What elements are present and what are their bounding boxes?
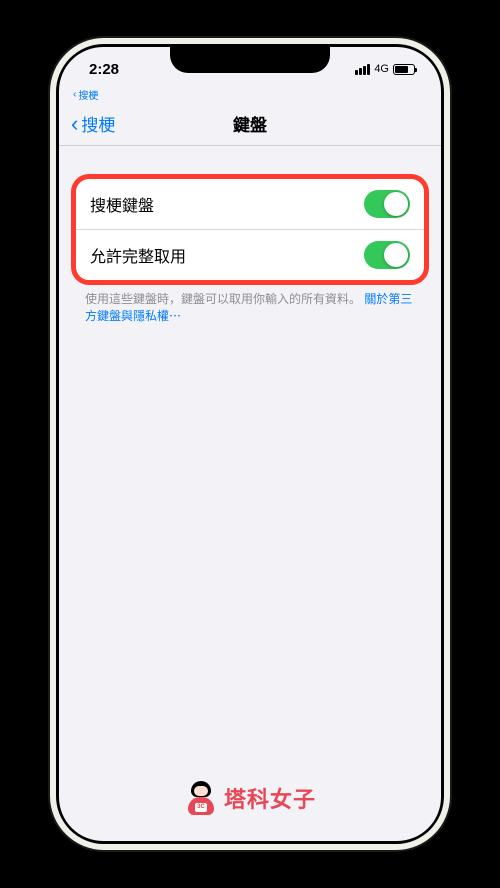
watermark-text: 塔科女子 xyxy=(224,782,316,814)
setting-label: 搜梗鍵盤 xyxy=(90,192,154,216)
status-indicators: 4G xyxy=(355,63,415,75)
breadcrumb[interactable]: ‹ 搜梗 xyxy=(59,87,441,102)
back-label: 搜梗 xyxy=(81,111,115,136)
screen: 2:28 4G ‹ 搜梗 ‹ 搜梗 xyxy=(59,47,441,841)
notch xyxy=(170,47,330,73)
watermark: 3C 塔科女子 xyxy=(184,781,316,815)
toggle-full-access[interactable] xyxy=(364,241,410,269)
setting-label: 允許完整取用 xyxy=(90,243,186,267)
footer-note: 使用這些鍵盤時，鍵盤可以取用你輸入的所有資料。 關於第三方鍵盤與隱私權⋯ xyxy=(71,291,429,325)
footer-text: 使用這些鍵盤時，鍵盤可以取用你輸入的所有資料。 xyxy=(85,292,361,306)
toggle-knob xyxy=(384,192,408,216)
setting-row-full-access: 允許完整取用 xyxy=(76,229,424,280)
toggle-keyboard[interactable] xyxy=(364,190,410,218)
signal-icon xyxy=(355,64,370,75)
settings-group-highlighted: 搜梗鍵盤 允許完整取用 xyxy=(71,174,429,285)
phone-bezel: 2:28 4G ‹ 搜梗 ‹ 搜梗 xyxy=(56,44,444,844)
chevron-left-icon: ‹ xyxy=(73,89,76,100)
battery-icon xyxy=(393,64,415,75)
network-type: 4G xyxy=(374,63,389,75)
content: 搜梗鍵盤 允許完整取用 使用這些鍵盤時，鍵盤可以取用你輸入的所有資料。 xyxy=(59,146,441,325)
setting-row-keyboard: 搜梗鍵盤 xyxy=(76,179,424,229)
page-title: 鍵盤 xyxy=(233,111,267,136)
phone-frame: 2:28 4G ‹ 搜梗 ‹ 搜梗 xyxy=(50,38,450,850)
toggle-knob xyxy=(384,243,408,267)
watermark-avatar-icon: 3C xyxy=(184,781,218,815)
breadcrumb-label: 搜梗 xyxy=(78,87,98,102)
status-time: 2:28 xyxy=(89,61,119,78)
nav-bar: ‹ 搜梗 鍵盤 xyxy=(59,102,441,146)
chevron-left-icon: ‹ xyxy=(71,113,78,135)
back-button[interactable]: ‹ 搜梗 xyxy=(71,111,115,136)
